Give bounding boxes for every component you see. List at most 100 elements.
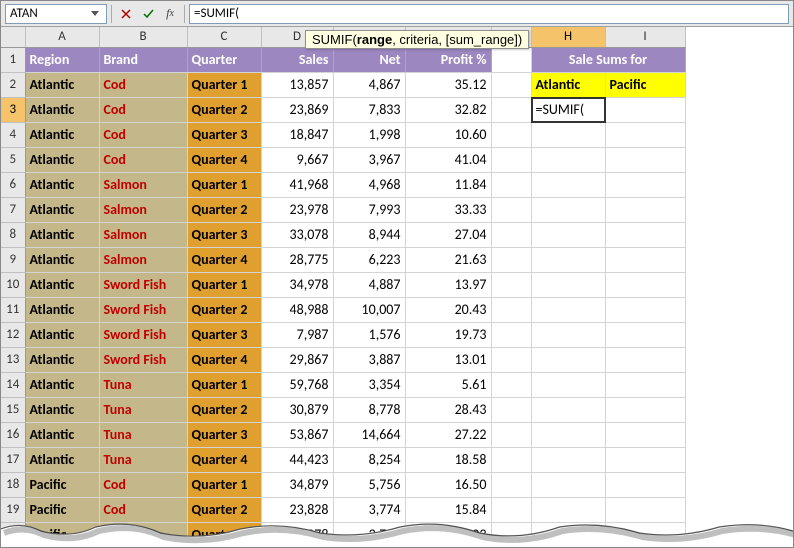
cell-I5[interactable] [605, 147, 685, 172]
cell-profit-7[interactable]: 33.33 [405, 197, 491, 222]
cell-G1[interactable] [491, 47, 531, 72]
cell-net-7[interactable]: 7,993 [333, 197, 405, 222]
cell-net-9[interactable]: 6,223 [333, 247, 405, 272]
cell-quarter-4[interactable]: Quarter 3 [187, 122, 261, 147]
cell-sales-12[interactable]: 7,987 [261, 322, 333, 347]
cell-sales-14[interactable]: 59,768 [261, 372, 333, 397]
row-header-2[interactable]: 2 [1, 72, 25, 97]
cell-I8[interactable] [605, 222, 685, 247]
row-header-10[interactable]: 10 [1, 272, 25, 297]
cell-profit-6[interactable]: 11.84 [405, 172, 491, 197]
cell-brand-19[interactable]: Cod [99, 497, 187, 522]
cell-sales-2[interactable]: 13,857 [261, 72, 333, 97]
cell-region-7[interactable]: Atlantic [25, 197, 99, 222]
cell-H4[interactable] [531, 122, 605, 147]
row-header-16[interactable]: 16 [1, 422, 25, 447]
cell-profit-4[interactable]: 10.60 [405, 122, 491, 147]
cell-G12[interactable] [491, 322, 531, 347]
row-header-15[interactable]: 15 [1, 397, 25, 422]
cell-H9[interactable] [531, 247, 605, 272]
cell-profit-14[interactable]: 5.61 [405, 372, 491, 397]
cell-G9[interactable] [491, 247, 531, 272]
cell-net-12[interactable]: 1,576 [333, 322, 405, 347]
row-header-20[interactable]: 20 [1, 522, 25, 547]
cell-sales-3[interactable]: 23,869 [261, 97, 333, 122]
cell-brand-3[interactable]: Cod [99, 97, 187, 122]
cell-profit-11[interactable]: 20.43 [405, 297, 491, 322]
cell-H20[interactable] [531, 522, 605, 547]
cell-sales-19[interactable]: 23,828 [261, 497, 333, 522]
cell-sales-17[interactable]: 44,423 [261, 447, 333, 472]
cell-quarter-19[interactable]: Quarter 2 [187, 497, 261, 522]
cell-sales-6[interactable]: 41,968 [261, 172, 333, 197]
cell-brand-2[interactable]: Cod [99, 72, 187, 97]
cell-sales-5[interactable]: 9,667 [261, 147, 333, 172]
cell-brand-17[interactable]: Tuna [99, 447, 187, 472]
cell-G19[interactable] [491, 497, 531, 522]
row-header-1[interactable]: 1 [1, 47, 25, 72]
cell-profit-5[interactable]: 41.04 [405, 147, 491, 172]
cell-brand-15[interactable]: Tuna [99, 397, 187, 422]
cell-brand-13[interactable]: Sword Fish [99, 347, 187, 372]
cell-quarter-18[interactable]: Quarter 1 [187, 472, 261, 497]
cell-profit-10[interactable]: 13.97 [405, 272, 491, 297]
cell-quarter-7[interactable]: Quarter 2 [187, 197, 261, 222]
cell-region-5[interactable]: Atlantic [25, 147, 99, 172]
header-brand[interactable]: Brand [99, 47, 187, 72]
cell-net-5[interactable]: 3,967 [333, 147, 405, 172]
cell-quarter-12[interactable]: Quarter 3 [187, 322, 261, 347]
cell-H2[interactable]: Atlantic [531, 72, 605, 97]
cell-H8[interactable] [531, 222, 605, 247]
cell-I20[interactable] [605, 522, 685, 547]
header-sales[interactable]: Sales [261, 47, 333, 72]
cell-net-15[interactable]: 8,778 [333, 397, 405, 422]
cell-brand-20[interactable]: Cod [99, 522, 187, 547]
column-header-B[interactable]: B [99, 27, 187, 47]
cell-brand-8[interactable]: Salmon [99, 222, 187, 247]
cell-G2[interactable] [491, 72, 531, 97]
cell-profit-9[interactable]: 21.63 [405, 247, 491, 272]
cell-brand-9[interactable]: Salmon [99, 247, 187, 272]
cell-region-15[interactable]: Atlantic [25, 397, 99, 422]
cell-brand-10[interactable]: Sword Fish [99, 272, 187, 297]
cell-region-10[interactable]: Atlantic [25, 272, 99, 297]
cell-quarter-8[interactable]: Quarter 3 [187, 222, 261, 247]
cell-H3[interactable]: =SUMIF( [531, 97, 605, 122]
cell-profit-15[interactable]: 28.43 [405, 397, 491, 422]
cell-brand-16[interactable]: Tuna [99, 422, 187, 447]
cell-G8[interactable] [491, 222, 531, 247]
cell-G7[interactable] [491, 197, 531, 222]
cell-H14[interactable] [531, 372, 605, 397]
cell-region-3[interactable]: Atlantic [25, 97, 99, 122]
cell-G5[interactable] [491, 147, 531, 172]
cell-sales-4[interactable]: 18,847 [261, 122, 333, 147]
cell-brand-6[interactable]: Salmon [99, 172, 187, 197]
cell-region-18[interactable]: Pacific [25, 472, 99, 497]
header-sale-sums[interactable]: Sale Sums for [531, 47, 685, 72]
row-header-12[interactable]: 12 [1, 322, 25, 347]
cell-I18[interactable] [605, 472, 685, 497]
cell-quarter-15[interactable]: Quarter 2 [187, 397, 261, 422]
enter-button[interactable] [138, 4, 158, 24]
column-header-A[interactable]: A [25, 27, 99, 47]
cell-net-14[interactable]: 3,354 [333, 372, 405, 397]
cell-net-17[interactable]: 8,254 [333, 447, 405, 472]
row-header-9[interactable]: 9 [1, 247, 25, 272]
cell-I19[interactable] [605, 497, 685, 522]
cell-quarter-10[interactable]: Quarter 1 [187, 272, 261, 297]
row-header-18[interactable]: 18 [1, 472, 25, 497]
cell-I2[interactable]: Pacific [605, 72, 685, 97]
name-box-dropdown-icon[interactable] [88, 7, 102, 21]
cell-brand-14[interactable]: Tuna [99, 372, 187, 397]
cell-region-9[interactable]: Atlantic [25, 247, 99, 272]
cell-I9[interactable] [605, 247, 685, 272]
row-header-8[interactable]: 8 [1, 222, 25, 247]
row-header-3[interactable]: 3 [1, 97, 25, 122]
cell-brand-18[interactable]: Cod [99, 472, 187, 497]
cell-I12[interactable] [605, 322, 685, 347]
name-box[interactable]: ATAN [5, 4, 107, 24]
cell-I16[interactable] [605, 422, 685, 447]
cell-profit-2[interactable]: 35.12 [405, 72, 491, 97]
cell-I15[interactable] [605, 397, 685, 422]
cell-quarter-20[interactable]: Quarter 3 [187, 522, 261, 547]
